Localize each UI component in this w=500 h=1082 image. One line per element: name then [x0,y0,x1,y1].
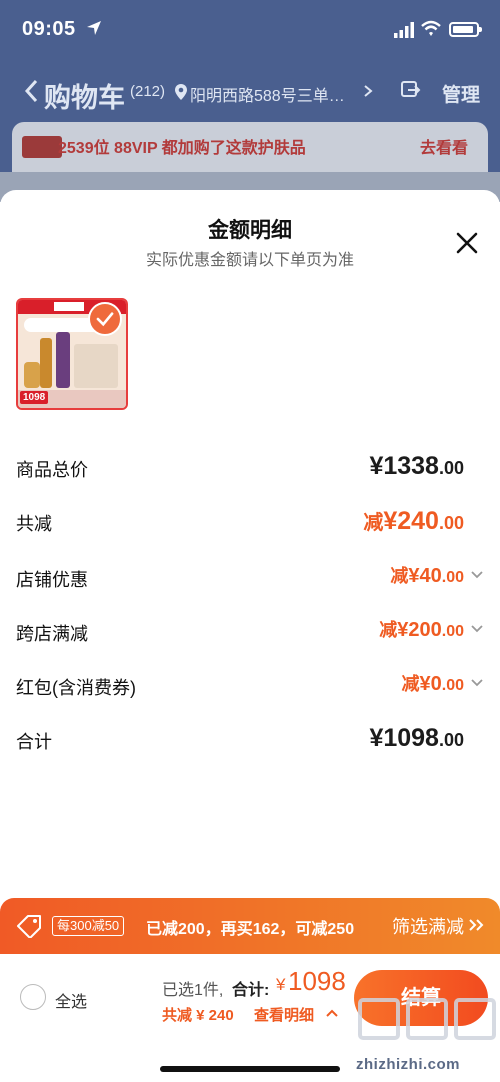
brand-logo [54,302,84,311]
amount-currency: ¥ [397,619,409,641]
amount-row-label: 合计 [16,732,52,752]
amount-prefix: 减 [379,620,398,640]
amount-row-label: 店铺优惠 [16,570,88,590]
cellular-signal-icon [394,22,414,38]
status-bar: 09:05 [0,0,500,60]
amount-integer: 1098 [383,724,439,752]
amount-row: 合计 ¥1098.00 [16,724,484,758]
wifi-icon [421,20,441,36]
discount-bar[interactable]: 每300减50 已减200，再买162，可减250 筛选满减 [0,898,500,954]
sheet-subtitle: 实际优惠金额请以下单页为准 [145,252,354,269]
close-icon[interactable] [454,230,480,256]
amount-decimal: .00 [438,730,464,750]
cart-header: 购物车 (212) 阳明西路588号三单… 管理 [0,68,500,116]
location-pin-icon [175,84,187,100]
amount-integer: 1338 [383,452,439,480]
amount-row-value: 减¥0.00 [402,670,465,696]
amount-prefix: 减 [363,512,384,534]
checkout-bar: 全选 已选1件, 合计: ¥ 1098 共减 ¥ 240 查看明细 结算 zhi… [0,954,500,1082]
thumb-price: 1098 [20,391,49,404]
amount-prefix: 减 [390,566,409,586]
amount-decimal: .00 [438,513,464,533]
share-box-icon[interactable] [400,80,422,102]
amount-row-value: ¥1338.00 [369,452,464,481]
amount-row-value: 减¥240.00 [363,506,464,536]
checkmark-icon[interactable] [88,302,122,336]
sheet-title: 金额明细 [208,219,292,242]
amount-row-value: 减¥40.00 [390,562,464,588]
double-chevron-right-icon [469,919,484,931]
amount-decimal: .00 [441,623,464,640]
back-arrow-icon[interactable] [22,78,40,104]
promo-banner[interactable]: 2539位 88VIP 都加购了这款护肤品 去看看 [12,122,488,172]
amount-row[interactable]: 跨店满减 减¥200.00 [16,616,484,650]
amount-row[interactable]: 红包(含消费券) 减¥0.00 [16,670,484,704]
total-value: 1098 [288,966,346,996]
filter-discounts-link[interactable]: 筛选满减 [392,913,464,939]
select-all-radio[interactable] [20,984,46,1010]
status-time: 09:05 [22,18,76,40]
amount-currency: ¥ [383,507,398,535]
chevron-right-icon [364,85,373,97]
thumb-bottle [56,332,70,388]
amount-currency: ¥ [408,565,420,587]
battery-icon [449,22,482,37]
chevron-down-icon[interactable] [470,624,484,634]
amount-row-value: ¥1098.00 [369,724,464,753]
amount-decimal: .00 [438,458,464,478]
amount-row-label: 红包(含消费券) [16,678,136,698]
amount-row: 共减 减¥240.00 [16,506,484,540]
cart-count: (212) [130,83,166,100]
select-all-label[interactable]: 全选 [55,988,87,1012]
amount-row-value: 减¥200.00 [379,616,464,642]
amount-integer: 200 [408,619,442,641]
amount-row: 商品总价 ¥1338.00 [16,452,484,486]
amount-prefix: 减 [401,674,420,694]
amount-integer: 240 [397,507,439,535]
amount-row-label: 共减 [16,514,52,534]
cart-page-background: 09:05 购物车 (212) 阳明西路588号三单… 管理 2539位 88V… [0,0,500,202]
chevron-up-icon[interactable] [326,1008,338,1018]
selected-count: 已选1件, [162,982,224,999]
discount-rule-chip: 每300减50 [52,916,125,936]
location-arrow-icon [87,21,101,35]
cart-title: 购物车 [44,83,125,113]
cart-address[interactable]: 阳明西路588号三单… [190,82,360,106]
chevron-down-icon[interactable] [470,678,484,688]
total-reduced: 共减 ¥ 240 [162,1007,234,1024]
watermark-text: zhizhizhi.com [356,1056,460,1073]
amount-decimal: .00 [441,677,464,694]
promo-link[interactable]: 去看看 [420,134,468,158]
amount-row-label: 跨店满减 [16,624,88,644]
amount-integer: 0 [430,673,442,695]
amount-row[interactable]: 店铺优惠 减¥40.00 [16,562,484,596]
amount-row-label: 商品总价 [16,460,88,480]
promo-text: 2539位 88VIP 都加购了这款护肤品 [58,140,306,157]
amount-currency: ¥ [369,724,384,752]
total-currency: ¥ [276,975,286,994]
price-tag-icon [17,915,41,938]
amount-currency: ¥ [419,673,431,695]
thumb-footer: 1098 [18,390,126,408]
thumb-box [74,344,118,388]
manage-button[interactable]: 管理 [442,80,480,107]
chevron-down-icon[interactable] [470,570,484,580]
view-details-link[interactable]: 查看明细 [254,1004,314,1025]
total-label: 合计: [232,982,270,999]
home-indicator [160,1066,340,1072]
thumb-bottle [40,338,52,388]
amount-currency: ¥ [369,452,384,480]
promo-thumbnail [22,136,62,158]
amount-decimal: .00 [441,569,464,586]
discount-status: 已减200，再买162，可减250 [146,921,355,938]
thumb-jar [24,362,40,388]
amount-integer: 40 [419,565,442,587]
